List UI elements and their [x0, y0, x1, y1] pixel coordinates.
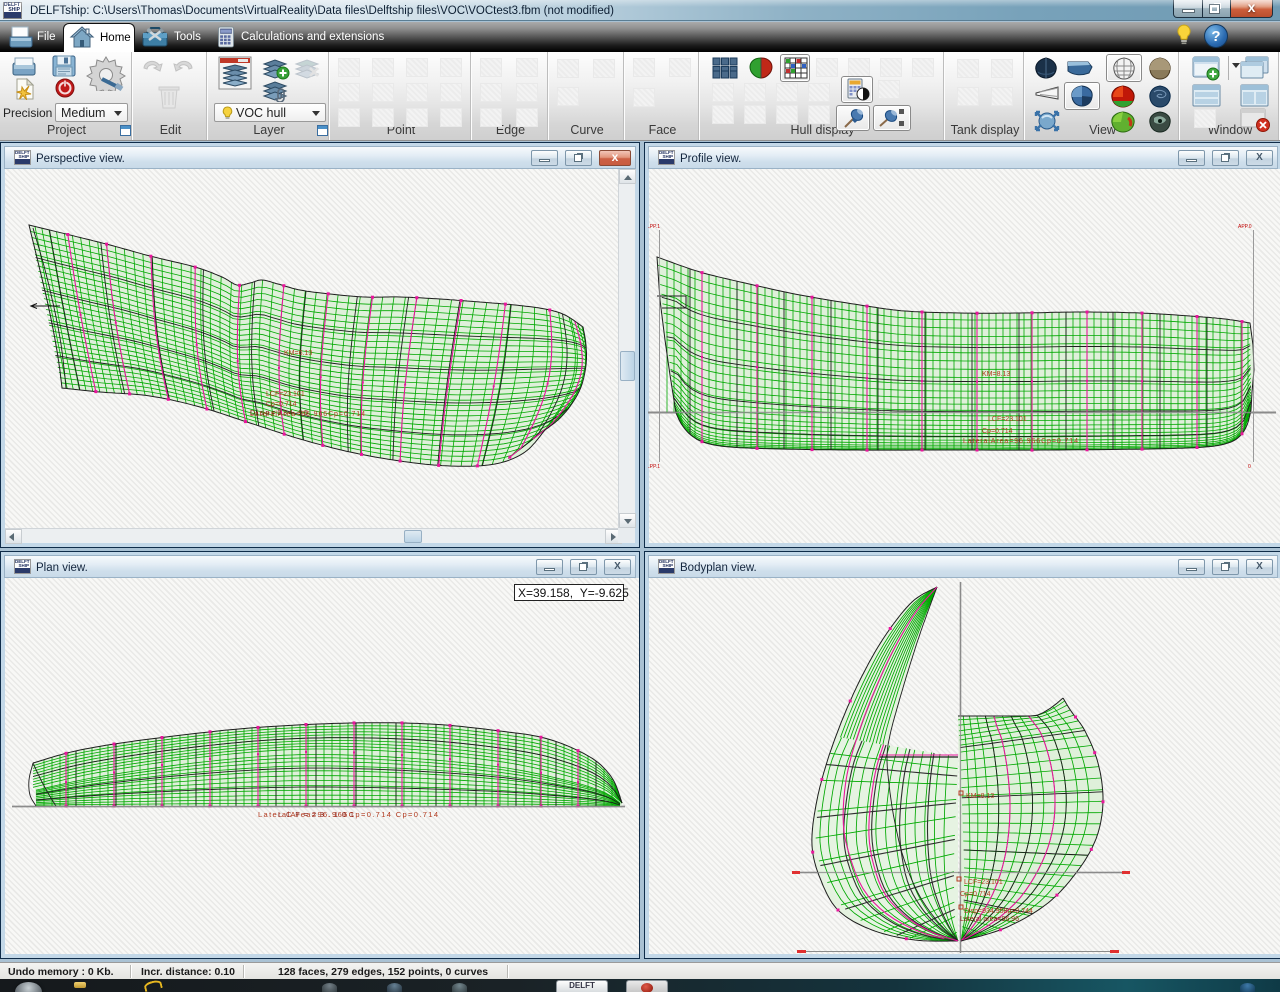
- svg-text:Cp=0.714: Cp=0.714: [960, 891, 991, 898]
- svg-text:LPP.1: LPP.1: [648, 224, 660, 230]
- svg-text:KM=8.13: KM=8.13: [966, 793, 994, 800]
- svg-text:LCF=23.101: LCF=23.101: [278, 810, 354, 819]
- svg-text:APP.0: APP.0: [1238, 224, 1252, 230]
- svg-text:Disp=934.958p=0.744: Disp=934.958p=0.744: [964, 908, 1033, 915]
- svg-text:LCF=23.101: LCF=23.101: [964, 879, 1003, 886]
- svg-text:KM=6.13: KM=6.13: [284, 350, 312, 357]
- svg-text:KM=8.13: KM=8.13: [982, 371, 1010, 378]
- svg-text:Cp=0.714: Cp=0.714: [266, 401, 297, 408]
- svg-text:LateralArea=96.966Cp=0.714: LateralArea=96.966Cp=0.714: [963, 438, 1078, 445]
- svg-text:Lateral area=96.96: Lateral area=96.96: [960, 916, 1019, 923]
- svg-text:Cp=0.714: Cp=0.714: [982, 428, 1013, 435]
- svg-text:0: 0: [1248, 464, 1251, 470]
- svg-text:LCF=23.101: LCF=23.101: [266, 391, 305, 398]
- svg-text:LPP.1: LPP.1: [648, 464, 660, 470]
- svg-text:LateralArea=96.966Cp=0.714 Cp=: LateralArea=96.966Cp=0.714 Cp=0.714: [258, 810, 438, 819]
- svg-text:LCF=23.101: LCF=23.101: [988, 416, 1027, 423]
